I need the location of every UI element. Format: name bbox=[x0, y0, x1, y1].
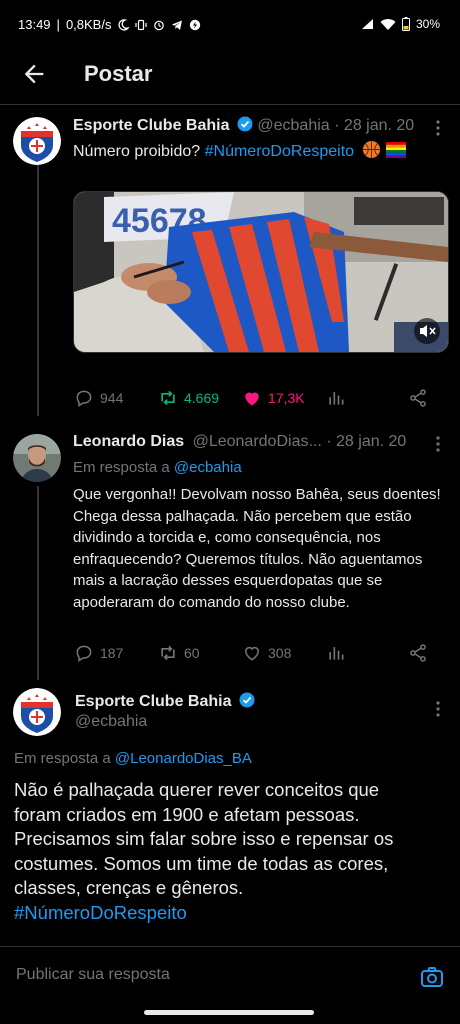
heart-filled-icon bbox=[245, 392, 259, 406]
verified-badge-icon bbox=[237, 116, 253, 132]
tweet-text-body: Não é palhaçada querer rever conceitos q… bbox=[14, 779, 394, 898]
thread-connector-line bbox=[37, 164, 39, 416]
more-options-icon[interactable] bbox=[428, 434, 448, 454]
reply-input[interactable] bbox=[14, 965, 398, 985]
reply-to-handle-link[interactable]: @LeonardoDias_BA bbox=[115, 750, 252, 767]
avatar-bahia-crest[interactable] bbox=[13, 117, 61, 165]
avatar-leonardo-dias[interactable] bbox=[13, 434, 61, 482]
reply-icon bbox=[76, 645, 92, 662]
author-name[interactable]: Esporte Clube Bahia bbox=[75, 693, 231, 710]
top-app-bar: Postar bbox=[0, 48, 460, 105]
status-time: 13:49 bbox=[18, 17, 51, 32]
telegram-icon bbox=[172, 20, 183, 30]
more-options-icon[interactable] bbox=[428, 699, 448, 719]
reply-count: 944 bbox=[100, 390, 124, 406]
author-name[interactable]: Esporte Clube Bahia bbox=[73, 117, 229, 134]
video-frame-jersey: 45678 bbox=[74, 192, 448, 352]
analytics-icon bbox=[329, 647, 344, 660]
avatar-bahia-crest[interactable] bbox=[13, 688, 61, 736]
share-button[interactable] bbox=[408, 388, 428, 408]
retweet-button[interactable]: 4.669 bbox=[158, 388, 242, 408]
tweet-text: Não é palhaçada querer rever conceitos q… bbox=[14, 778, 394, 925]
reply-count: 187 bbox=[100, 645, 124, 661]
hashtag-link[interactable]: #NúmeroDoRespeito bbox=[205, 143, 354, 160]
retweet-icon bbox=[161, 390, 175, 406]
heart-outline-icon bbox=[244, 646, 260, 661]
mute-icon[interactable] bbox=[414, 318, 440, 344]
tweet-date: · 28 jan. 20 bbox=[326, 433, 407, 450]
battery-icon bbox=[401, 17, 410, 31]
like-count: 308 bbox=[268, 645, 292, 661]
more-options-icon[interactable] bbox=[428, 118, 448, 138]
shield-bolt-icon bbox=[190, 19, 201, 30]
retweet-count: 60 bbox=[184, 645, 200, 661]
back-arrow-icon[interactable] bbox=[20, 60, 48, 88]
rainbow-flag-emoji-icon bbox=[385, 142, 406, 158]
views-button[interactable] bbox=[326, 643, 408, 663]
reply-context-label: Em resposta a bbox=[73, 459, 174, 476]
tweet-text: Número proibido? #NúmeroDoRespeito bbox=[73, 140, 406, 162]
reply-button[interactable]: 944 bbox=[74, 388, 158, 408]
like-count: 17,3K bbox=[268, 390, 305, 406]
tweet-date: · 28 jan. 20 bbox=[334, 117, 415, 134]
status-bar: 13:49 | 0,8KB/s 30% bbox=[0, 0, 460, 48]
wifi-icon bbox=[380, 18, 396, 30]
retweet-count: 4.669 bbox=[184, 390, 220, 406]
battery-level: 30% bbox=[415, 17, 440, 31]
moon-icon bbox=[118, 18, 130, 31]
basketball-emoji-icon bbox=[363, 140, 381, 159]
share-icon bbox=[410, 389, 426, 407]
reply-button[interactable]: 187 bbox=[74, 643, 158, 663]
status-network-speed: 0,8KB/s bbox=[65, 17, 112, 32]
share-icon bbox=[410, 644, 426, 662]
signal-icon bbox=[361, 19, 373, 29]
author-handle[interactable]: @ecbahia bbox=[75, 713, 147, 731]
status-divider: | bbox=[56, 17, 60, 32]
verified-badge-icon bbox=[239, 692, 255, 708]
reply-to-handle-link[interactable]: @ecbahia bbox=[174, 459, 242, 476]
retweet-button[interactable]: 60 bbox=[158, 643, 242, 663]
camera-icon[interactable] bbox=[420, 965, 444, 989]
tweet-video[interactable]: 45678 bbox=[73, 191, 449, 353]
home-indicator[interactable] bbox=[144, 1010, 314, 1015]
reply-context-label: Em resposta a bbox=[14, 750, 115, 767]
author-name[interactable]: Leonardo Dias bbox=[73, 433, 184, 450]
reply-context: Em resposta a @ecbahia bbox=[73, 457, 242, 478]
tweet-actions: 944 4.669 17,3K bbox=[74, 388, 434, 408]
like-button[interactable]: 17,3K bbox=[242, 388, 326, 408]
share-button[interactable] bbox=[408, 643, 428, 663]
hashtag-link[interactable]: #NúmeroDoRespeito bbox=[14, 901, 394, 926]
tweet-actions: 187 60 308 bbox=[74, 643, 434, 663]
like-button[interactable]: 308 bbox=[242, 643, 326, 663]
tweet-text-body: Número proibido? bbox=[73, 143, 205, 160]
author-handle[interactable]: @LeonardoDias... bbox=[193, 433, 322, 450]
author-handle[interactable]: @ecbahia bbox=[257, 117, 329, 134]
analytics-icon bbox=[329, 392, 344, 405]
vibrate-icon bbox=[135, 19, 148, 30]
reply-icon bbox=[76, 390, 92, 407]
tweet-text: Que vergonha!! Devolvam nosso Bahêa, seu… bbox=[73, 486, 441, 611]
page-title: Postar bbox=[84, 61, 153, 86]
alarm-icon bbox=[154, 20, 165, 30]
reply-composer bbox=[0, 946, 460, 1007]
reply-context: Em resposta a @LeonardoDias_BA bbox=[14, 750, 252, 767]
retweet-icon bbox=[161, 645, 175, 661]
thread-connector-line bbox=[37, 486, 39, 680]
views-button[interactable] bbox=[326, 388, 408, 408]
